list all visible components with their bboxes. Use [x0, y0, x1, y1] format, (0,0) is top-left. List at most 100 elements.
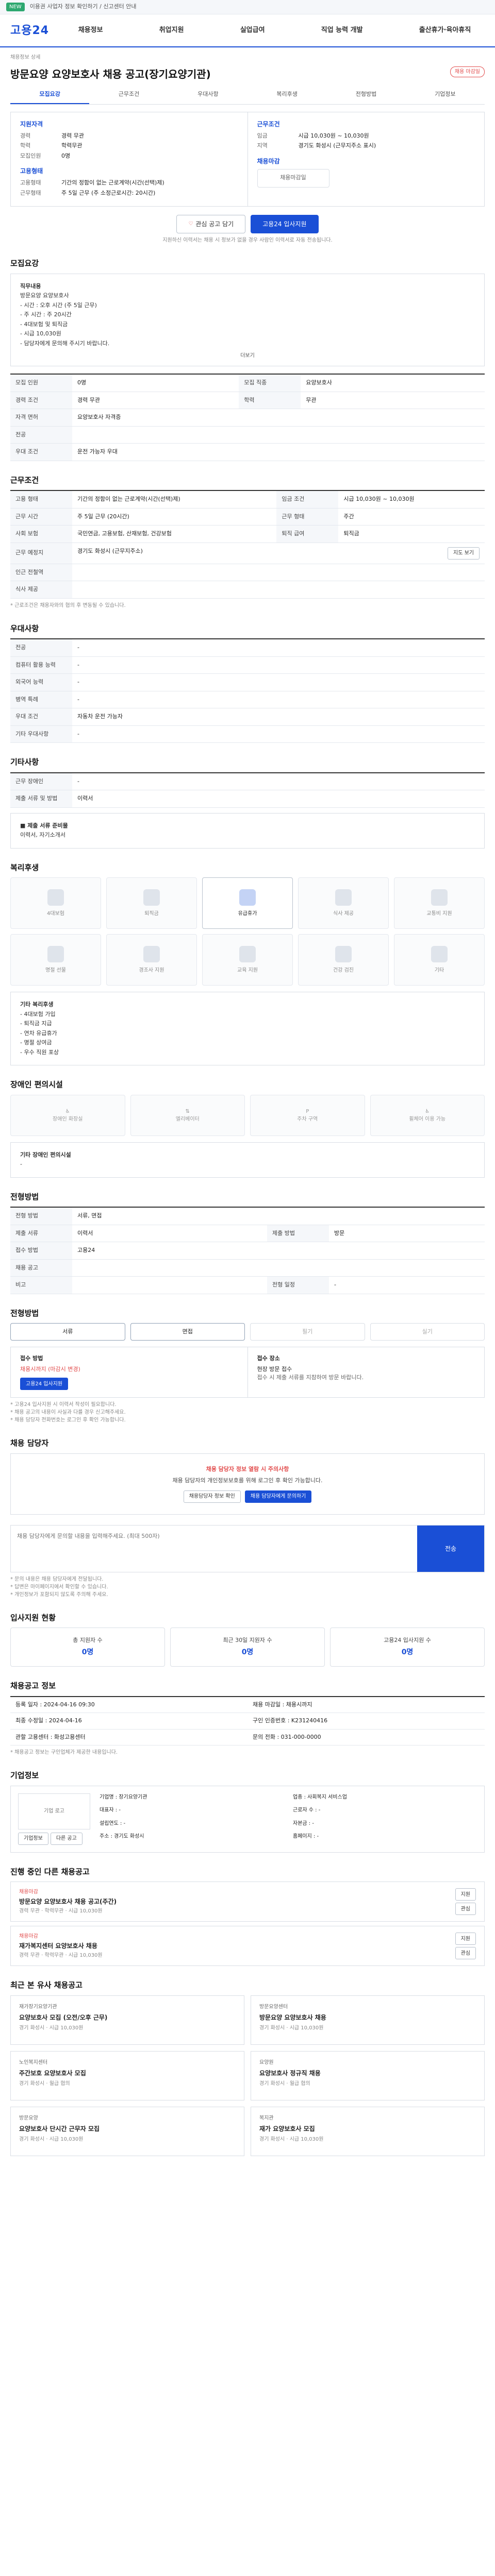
menu-item[interactable]: 출산휴가·육아휴직 — [419, 25, 471, 36]
process-section: 전형방법 전형 방법 서류, 면접 제출 서류 이력서 제출 방법 방문 접수 방법 고용… — [10, 1191, 485, 1294]
condition-section: 근무조건 고용 형태 기간의 정함이 없는 근로계약(시간(선택)제) 임금 조… — [10, 474, 485, 609]
tab-preference[interactable]: 우대사항 — [169, 86, 248, 104]
status-badge: 채용 마감일 — [450, 66, 485, 77]
map-button[interactable]: 지도 보기 — [448, 547, 480, 560]
table-value: 경력 무관 — [72, 392, 239, 409]
table-row: 우대 조건 운전 가능자 우대 — [10, 443, 485, 461]
tab-welfare[interactable]: 복리후생 — [248, 86, 326, 104]
welfare-label: 유급휴가 — [238, 910, 257, 917]
table-value: 주 5일 근무 (20시간) — [72, 508, 277, 526]
card-company: 복지관 — [259, 2115, 274, 2121]
card-meta: 경기 화성시 · 시급 10,030원 — [259, 2025, 324, 2031]
job-scrap-button[interactable]: 관심 — [455, 1947, 476, 1959]
table-row: 채용 공고 — [10, 1259, 485, 1277]
company-jobs-button[interactable]: 다른 공고 — [50, 1832, 82, 1845]
site-logo[interactable]: 고용24 — [10, 22, 49, 39]
company-info-button[interactable]: 기업정보 — [18, 1832, 48, 1845]
welfare-label: 퇴직금 — [144, 910, 159, 917]
summary-heading: 근무조건 — [257, 120, 280, 128]
more-button[interactable]: 더보기 — [240, 351, 255, 359]
company-field: 홈페이지 : - — [293, 1834, 319, 1839]
recommend-card[interactable]: 방문요양 요양보호사 단시간 근무자 모집 경기 화성시 · 시급 10,030원 — [10, 2106, 244, 2156]
send-button[interactable]: 전송 — [417, 1525, 484, 1572]
table-key: 전형 방법 — [10, 1207, 72, 1225]
card-title[interactable]: 방문요양 요양보호사 채용 — [259, 2013, 476, 2022]
info-cell: 채용 마감일 : 채용시까지 — [248, 1697, 485, 1713]
card-title[interactable]: 요양보호사 정규직 채용 — [259, 2069, 476, 2078]
new-badge: NEW — [6, 3, 25, 11]
welfare-item: 기타 — [394, 934, 485, 986]
recommend-grid: 재가장기요양기관 요양보호사 모집 (오전/오후 근무) 경기 화성시 · 시급 1… — [10, 1995, 485, 2156]
list-item[interactable]: 채용마감 방문요양 요양보호사 채용 공고(주간) 경력 무관 · 학력무관 ·… — [10, 1882, 485, 1922]
page-title: 방문요양 요양보호사 채용 공고(장기요양기관) — [10, 68, 211, 80]
info-cell: 관할 고용센터 : 화성고용센터 — [10, 1730, 248, 1745]
recruit-line: - 주 시간 : 주 20시간 — [20, 311, 72, 318]
table-key: 고용 형태 — [10, 490, 72, 509]
apply-place: 현장 방문 접수 — [257, 1365, 292, 1372]
table-key: 경력 조건 — [10, 392, 72, 409]
tab-recruit[interactable]: 모집요강 — [10, 86, 90, 104]
recruiter-inquiry-button[interactable]: 채용 담당자에게 문의하기 — [244, 1490, 312, 1503]
gift-icon — [47, 945, 64, 962]
welfare-list-item: - 명절 상여금 — [20, 1039, 52, 1046]
card-meta: 경기 화성시 · 시급 10,030원 — [19, 2025, 84, 2031]
table-key: 우대 조건 — [10, 708, 72, 726]
requirement-table: 모집 인원 0명 모집 직종 요양보호사 경력 조건 경력 무관 학력 무관 자… — [10, 374, 485, 461]
card-title[interactable]: 주간보호 요양보호사 모집 — [19, 2069, 236, 2078]
table-value: - — [72, 673, 485, 691]
menu-item[interactable]: 실업급여 — [240, 25, 265, 36]
transport-icon — [431, 889, 448, 906]
job-title[interactable]: 재가복지센터 요양보호사 채용 — [19, 1941, 103, 1951]
method-item: 필기 — [250, 1323, 365, 1341]
card-title[interactable]: 요양보호사 단시간 근무자 모집 — [19, 2124, 236, 2133]
stat-label: 총 지원자 수 — [73, 1637, 103, 1644]
company-section: 기업정보 기업 로고 기업정보 다른 공고 기업명 : 장기요양기관 업종 : … — [10, 1770, 485, 1853]
apply-online-button[interactable]: 고용24 입사지원 — [20, 1378, 69, 1390]
preference-section: 우대사항 전공 - 컴퓨터 활용 능력 - 외국어 능력 - 병역 특례 - 우대 조건… — [10, 623, 485, 743]
job-apply-button[interactable]: 지원 — [455, 1933, 476, 1945]
inquiry-input[interactable] — [11, 1525, 417, 1572]
work-address: 경기도 화성시 (근무지주소) — [77, 547, 143, 554]
recommend-card[interactable]: 노인복지센터 주간보호 요양보호사 모집 경기 화성시 · 월급 협의 — [10, 2050, 244, 2100]
apply-button[interactable]: 고용24 입사지원 — [251, 215, 319, 233]
scrap-button[interactable]: ♡ 관심 공고 담기 — [176, 215, 246, 233]
summary-value: 경기도 화성시 (근무지주소 표시) — [298, 142, 376, 149]
table-value: 국민연금, 고용보험, 산재보험, 건강보험 — [72, 525, 277, 543]
method-item: 면접 — [130, 1323, 245, 1341]
table-key: 채용 공고 — [10, 1259, 72, 1277]
recommend-card[interactable]: 방문요양센터 방문요양 요양보호사 채용 경기 화성시 · 시급 10,030원 — [251, 1995, 485, 2045]
parking-icon: P — [306, 1108, 309, 1114]
recommend-card[interactable]: 복지관 재가 요양보호사 모집 경기 화성시 · 시급 10,030원 — [251, 2106, 485, 2156]
education-icon — [239, 945, 256, 962]
recruiter-info-button[interactable]: 채용담당자 정보 확인 — [183, 1490, 241, 1503]
table-value — [72, 564, 485, 581]
menu-item[interactable]: 직업 능력 개발 — [321, 25, 363, 36]
tab-company[interactable]: 기업정보 — [406, 86, 485, 104]
table-key: 퇴직 급여 — [276, 525, 339, 543]
table-value: 고용24 — [72, 1242, 485, 1260]
menu-item[interactable]: 취업지원 — [159, 25, 184, 36]
list-item[interactable]: 채용마감 재가복지센터 요양보호사 채용 경력 무관 · 학력무관 · 시급 1… — [10, 1926, 485, 1966]
summary-heading: 지원자격 — [20, 120, 43, 128]
top-notice-text[interactable]: 이용권 사업자 정보 확인하기 / 신고센터 안내 — [30, 3, 137, 11]
tab-process[interactable]: 전형방법 — [326, 86, 405, 104]
card-company: 방문요양 — [19, 2115, 38, 2121]
job-apply-button[interactable]: 지원 — [455, 1888, 476, 1901]
welfare-list-item: - 우수 직원 포상 — [20, 1048, 59, 1056]
apply-note-line: * 채용 공고의 내용이 사실과 다를 경우 신고해주세요. — [10, 1410, 126, 1415]
summary-heading: 채용마감 — [257, 157, 280, 165]
table-row: 제출 서류 및 방법 이력서 — [10, 790, 485, 808]
job-title[interactable]: 방문요양 요양보호사 채용 공고(주간) — [19, 1897, 117, 1906]
section-title: 전형방법 — [10, 1308, 39, 1318]
tab-condition[interactable]: 근무조건 — [89, 86, 168, 104]
card-title[interactable]: 재가 요양보호사 모집 — [259, 2124, 476, 2133]
table-key: 제출 서류 및 방법 — [10, 790, 72, 808]
job-scrap-button[interactable]: 관심 — [455, 1903, 476, 1915]
table-value: 시급 10,030원 ~ 10,030원 — [338, 490, 485, 509]
card-title[interactable]: 요양보호사 모집 (오전/오후 근무) — [19, 2013, 236, 2022]
recommend-card[interactable]: 재가장기요양기관 요양보호사 모집 (오전/오후 근무) 경기 화성시 · 시급 1… — [10, 1995, 244, 2045]
menu-item[interactable]: 채용정보 — [78, 25, 103, 36]
stat-card: 최근 30일 지원자 수 0명 — [170, 1628, 325, 1667]
company-logo: 기업 로고 — [18, 1793, 90, 1829]
recommend-card[interactable]: 요양원 요양보호사 정규직 채용 경기 화성시 · 월급 협의 — [251, 2050, 485, 2100]
